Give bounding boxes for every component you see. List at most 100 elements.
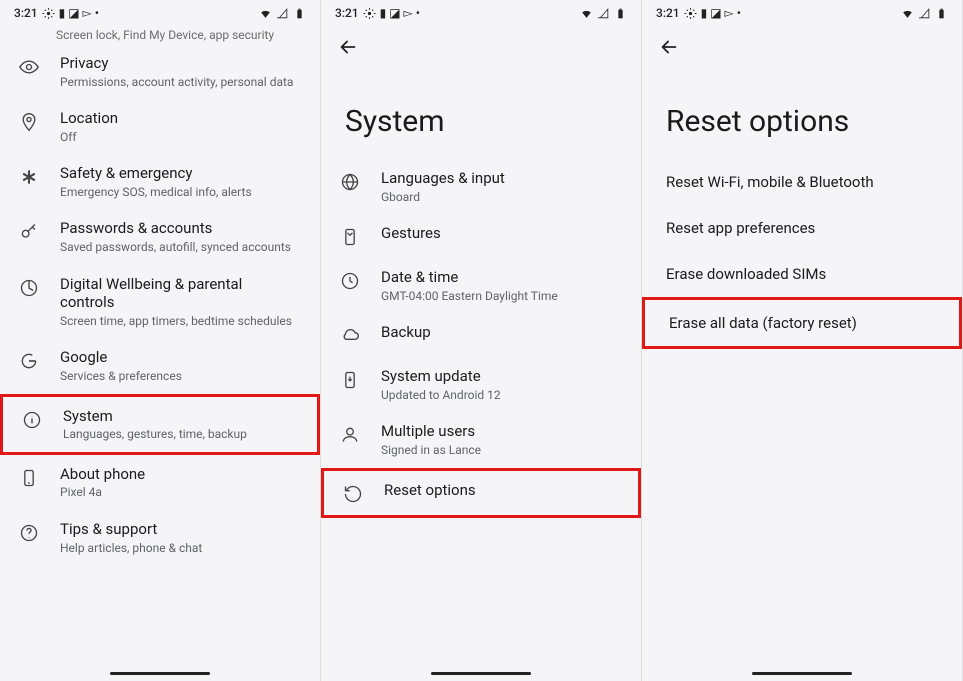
item-title: Digital Wellbeing & parental controls xyxy=(60,275,300,313)
item-title: Passwords & accounts xyxy=(60,219,300,238)
asterisk-icon xyxy=(18,166,40,188)
gear-icon xyxy=(684,7,697,20)
screen2-item-system-update[interactable]: System update Updated to Android 12 xyxy=(321,357,641,412)
screen2-item-languages-input[interactable]: Languages & input Gboard xyxy=(321,159,641,214)
item-title: System xyxy=(63,407,297,426)
status-notif-icons: ▮ ◪ ▻ • xyxy=(59,6,99,20)
item-title: Erase all data (factory reset) xyxy=(669,314,935,332)
gear-icon xyxy=(363,7,376,20)
item-subtitle: Signed in as Lance xyxy=(381,443,621,457)
item-title: Safety & emergency xyxy=(60,164,300,183)
screen1-item-google[interactable]: Google Services & preferences xyxy=(0,338,320,393)
status-time: 3:21 xyxy=(656,6,680,20)
item-title: Date & time xyxy=(381,268,621,287)
signal-icon xyxy=(918,7,931,20)
reset-list: Reset Wi-Fi, mobile & Bluetooth Reset app… xyxy=(642,159,962,359)
screen-system: 3:21 ▮ ◪ ▻ • System Languages & input Gbo… xyxy=(321,0,642,681)
item-title: System update xyxy=(381,367,621,386)
item-title: Backup xyxy=(381,323,621,342)
gesture-icon xyxy=(339,226,361,248)
item-subtitle: Languages, gestures, time, backup xyxy=(63,427,297,441)
item-title: Reset options xyxy=(384,481,618,500)
screen1-item-tips-support[interactable]: Tips & supportHelp articles, phone & cha… xyxy=(0,510,320,565)
users-icon xyxy=(339,424,361,446)
page-title: System xyxy=(321,70,641,159)
back-icon[interactable] xyxy=(658,36,680,58)
screen1-item-about-phone[interactable]: About phonePixel 4a xyxy=(0,455,320,510)
item-title: Gestures xyxy=(381,224,621,243)
wifi-icon xyxy=(580,7,593,20)
signal-icon xyxy=(597,7,610,20)
google-icon xyxy=(18,350,40,372)
clock-icon xyxy=(339,270,361,292)
item-title: Languages & input xyxy=(381,169,621,188)
gear-icon xyxy=(42,7,55,20)
item-subtitle: Emergency SOS, medical info, alerts xyxy=(60,185,300,199)
item-title: Reset Wi-Fi, mobile & Bluetooth xyxy=(666,173,938,191)
globe-icon xyxy=(339,171,361,193)
status-bar: 3:21 ▮ ◪ ▻ • xyxy=(642,0,962,22)
screen1-item-digital-wellbeing-parental-controls[interactable]: Digital Wellbeing & parental controlsScr… xyxy=(0,265,320,339)
status-time: 3:21 xyxy=(14,6,38,20)
status-notif-icons: ▮ ◪ ▻ • xyxy=(380,6,420,20)
screen2-item-date-time[interactable]: Date & time GMT-04:00 Eastern Daylight Ti… xyxy=(321,258,641,313)
cloud-icon xyxy=(339,325,361,347)
reset-item-reset-app-preferences[interactable]: Reset app preferences xyxy=(642,205,962,251)
item-subtitle: Gboard xyxy=(381,190,621,204)
nav-handle[interactable] xyxy=(752,672,852,675)
reset-item-erase-downloaded-sims[interactable]: Erase downloaded SIMs xyxy=(642,251,962,297)
screen1-item-system[interactable]: SystemLanguages, gestures, time, backup xyxy=(0,394,320,455)
item-subtitle: Updated to Android 12 xyxy=(381,388,621,402)
settings-list: Privacy Permissions, account activity, pe… xyxy=(0,44,320,575)
status-bar: 3:21 ▮ ◪ ▻ • xyxy=(321,0,641,22)
nav-handle[interactable] xyxy=(431,672,531,675)
screen-reset-options: 3:21 ▮ ◪ ▻ • Reset options Reset Wi-Fi, … xyxy=(642,0,963,681)
screen1-item-passwords-accounts[interactable]: Passwords & accountsSaved passwords, aut… xyxy=(0,209,320,264)
item-subtitle: GMT-04:00 Eastern Daylight Time xyxy=(381,289,621,303)
status-time: 3:21 xyxy=(335,6,359,20)
screen2-item-gestures[interactable]: Gestures xyxy=(321,214,641,258)
screen2-item-multiple-users[interactable]: Multiple users Signed in as Lance xyxy=(321,412,641,467)
page-title: Reset options xyxy=(642,70,962,159)
battery-icon xyxy=(935,7,948,20)
back-icon[interactable] xyxy=(337,36,359,58)
status-notif-icons: ▮ ◪ ▻ • xyxy=(701,6,741,20)
item-title: Multiple users xyxy=(381,422,621,441)
help-icon xyxy=(18,522,40,544)
item-subtitle: Permissions, account activity, personal … xyxy=(60,75,300,89)
item-title: Reset app preferences xyxy=(666,219,938,237)
battery-icon xyxy=(293,7,306,20)
item-title: Erase downloaded SIMs xyxy=(666,265,938,283)
battery-icon xyxy=(614,7,627,20)
screen2-item-reset-options[interactable]: Reset options xyxy=(321,468,641,518)
update-icon xyxy=(339,369,361,391)
nav-handle[interactable] xyxy=(110,672,210,675)
item-title: About phone xyxy=(60,465,300,484)
signal-icon xyxy=(276,7,289,20)
item-subtitle: Services & preferences xyxy=(60,369,300,383)
reset-item-erase-all-data-factory-reset[interactable]: Erase all data (factory reset) xyxy=(642,297,962,349)
item-subtitle: Off xyxy=(60,130,300,144)
pin-icon xyxy=(18,111,40,133)
wifi-icon xyxy=(259,7,272,20)
reset-item-reset-wi-fi-mobile-bluetooth[interactable]: Reset Wi-Fi, mobile & Bluetooth xyxy=(642,159,962,205)
item-title: Google xyxy=(60,348,300,367)
screen2-item-backup[interactable]: Backup xyxy=(321,313,641,357)
item-title: Privacy xyxy=(60,54,300,73)
screen1-item-safety-emergency[interactable]: Safety & emergency Emergency SOS, medical… xyxy=(0,154,320,209)
status-bar: 3:21 ▮ ◪ ▻ • xyxy=(0,0,320,22)
info-icon xyxy=(21,409,43,431)
screen1-item-privacy[interactable]: Privacy Permissions, account activity, pe… xyxy=(0,44,320,99)
item-title: Tips & support xyxy=(60,520,300,539)
reset-icon xyxy=(342,483,364,505)
wifi-icon xyxy=(901,7,914,20)
screen1-item-location[interactable]: LocationOff xyxy=(0,99,320,154)
truncated-prev-sub: Screen lock, Find My Device, app securit… xyxy=(0,22,320,44)
key-icon xyxy=(18,221,40,243)
eye-icon xyxy=(18,56,40,78)
item-subtitle: Screen time, app timers, bedtime schedul… xyxy=(60,314,300,328)
item-subtitle: Pixel 4a xyxy=(60,485,300,499)
system-list: Languages & input Gboard Gestures Date & ti… xyxy=(321,159,641,528)
phone-icon xyxy=(18,467,40,489)
wellbeing-icon xyxy=(18,277,40,299)
